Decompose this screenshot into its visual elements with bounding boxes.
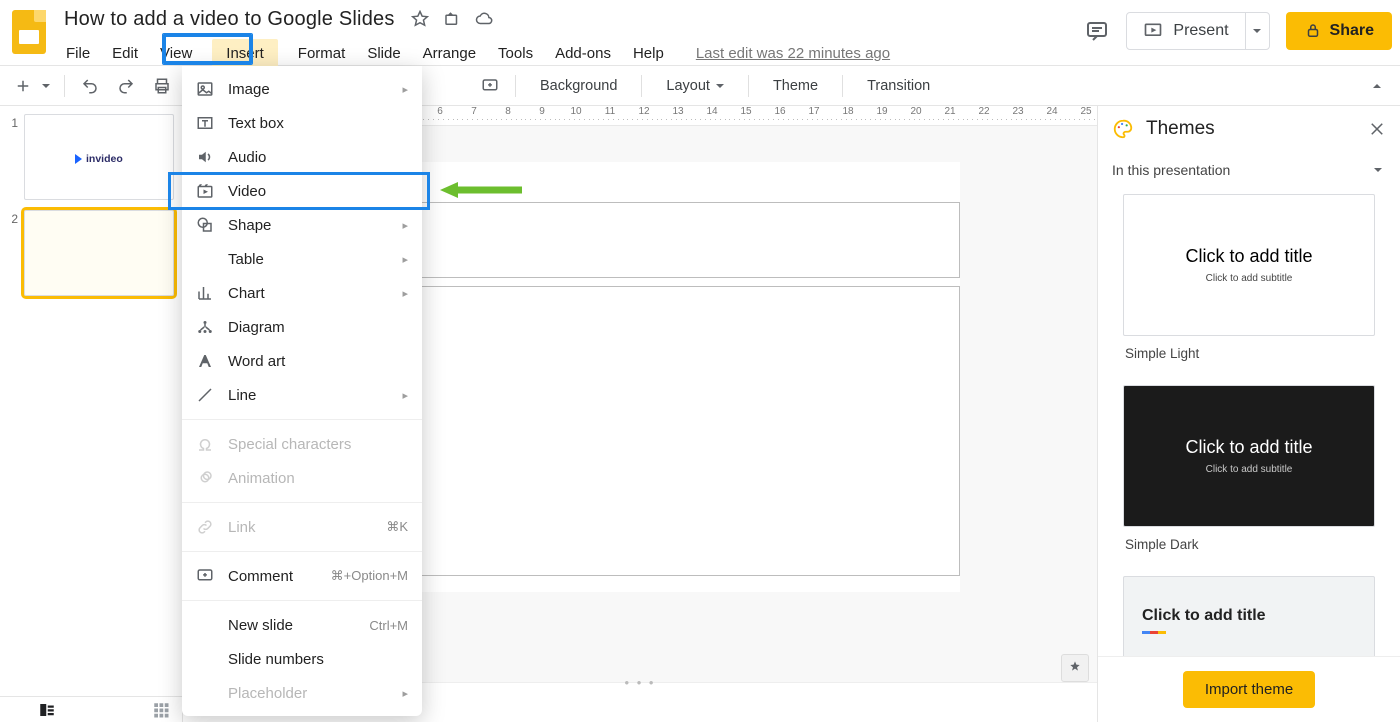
- thumb-1[interactable]: invideo: [24, 114, 174, 200]
- insert-audio[interactable]: Audio: [182, 140, 422, 174]
- new-slide-caret[interactable]: [38, 71, 54, 101]
- insert-menu-dropdown: Image▸ Text box Audio Video Shape▸ Table…: [182, 66, 422, 716]
- present-label: Present: [1173, 22, 1228, 40]
- redo-button[interactable]: [111, 71, 141, 101]
- menu-format[interactable]: Format: [296, 41, 348, 66]
- present-caret[interactable]: [1245, 13, 1269, 49]
- audio-icon: [196, 148, 214, 166]
- insert-new-slide[interactable]: New slide Ctrl+M: [182, 608, 422, 642]
- insert-chart[interactable]: Chart▸: [182, 276, 422, 310]
- menu-view[interactable]: View: [158, 41, 194, 66]
- video-icon: [196, 182, 214, 200]
- diagram-icon: [196, 318, 214, 336]
- menu-help[interactable]: Help: [631, 41, 666, 66]
- explore-button[interactable]: [1061, 654, 1089, 682]
- insert-wordart[interactable]: Word art: [182, 344, 422, 378]
- menu-insert[interactable]: Insert: [212, 39, 278, 68]
- menu-arrange[interactable]: Arrange: [421, 41, 478, 66]
- thumb-number: 1: [6, 114, 18, 200]
- line-icon: [196, 386, 214, 404]
- app-header: How to add a video to Google Slides File…: [0, 0, 1400, 66]
- animation-icon: [196, 469, 214, 487]
- close-themes-icon[interactable]: [1368, 120, 1386, 138]
- insert-animation: Animation: [182, 461, 422, 495]
- menu-tools[interactable]: Tools: [496, 41, 535, 66]
- themes-section-toggle[interactable]: In this presentation: [1098, 152, 1400, 190]
- insert-textbox[interactable]: Text box: [182, 106, 422, 140]
- print-button[interactable]: [147, 71, 177, 101]
- wordart-icon: [196, 352, 214, 370]
- insert-line[interactable]: Line▸: [182, 378, 422, 412]
- view-switch: [0, 696, 182, 722]
- transition-button[interactable]: Transition: [853, 71, 944, 101]
- insert-table[interactable]: Table▸: [182, 242, 422, 276]
- import-theme-button[interactable]: Import theme: [1183, 671, 1315, 708]
- theme-simple-light[interactable]: Click to add title Click to add subtitle…: [1123, 194, 1375, 377]
- thumb-2[interactable]: [24, 210, 174, 296]
- textbox-icon: [196, 114, 214, 132]
- menu-edit[interactable]: Edit: [110, 41, 140, 66]
- thumb-number: 2: [6, 210, 18, 296]
- comments-icon[interactable]: [1084, 18, 1110, 44]
- themes-panel: Themes In this presentation Click to add…: [1098, 106, 1400, 722]
- undo-button[interactable]: [75, 71, 105, 101]
- comment-icon: [196, 567, 214, 585]
- link-icon: [196, 518, 214, 536]
- insert-placeholder: Placeholder▸: [182, 676, 422, 710]
- menu-addons[interactable]: Add-ons: [553, 41, 613, 66]
- present-button[interactable]: Present: [1127, 13, 1244, 49]
- chevron-down-icon: [1370, 162, 1386, 178]
- insert-special-chars: Special characters: [182, 427, 422, 461]
- cloud-icon[interactable]: [475, 10, 493, 28]
- chart-icon: [196, 284, 214, 302]
- insert-shape[interactable]: Shape▸: [182, 208, 422, 242]
- image-icon: [196, 80, 214, 98]
- insert-comment[interactable]: Comment ⌘+Option+M: [182, 559, 422, 593]
- grid-view-icon[interactable]: [152, 701, 170, 719]
- background-button[interactable]: Background: [526, 71, 631, 101]
- arrow-annotation: [440, 182, 522, 198]
- insert-image[interactable]: Image▸: [182, 72, 422, 106]
- theme-simple-dark[interactable]: Click to add title Click to add subtitle…: [1123, 385, 1375, 568]
- table-icon: [196, 250, 214, 268]
- layout-button[interactable]: Layout: [652, 71, 738, 101]
- doc-title[interactable]: How to add a video to Google Slides: [64, 8, 395, 31]
- insert-video[interactable]: Video: [182, 174, 422, 208]
- new-slide-button[interactable]: [8, 71, 38, 101]
- menu-slide[interactable]: Slide: [365, 41, 402, 66]
- insert-link: Link ⌘K: [182, 510, 422, 544]
- share-label: Share: [1330, 22, 1374, 40]
- shape-icon: [196, 216, 214, 234]
- insert-diagram[interactable]: Diagram: [182, 310, 422, 344]
- add-comment-icon[interactable]: [475, 71, 505, 101]
- palette-icon: [1112, 118, 1134, 140]
- edit-history[interactable]: Last edit was 22 minutes ago: [694, 41, 892, 66]
- collapse-toolbar-icon[interactable]: [1362, 71, 1392, 101]
- theme-button[interactable]: Theme: [759, 71, 832, 101]
- omega-icon: [196, 435, 214, 453]
- invideo-logo: invideo: [75, 153, 123, 165]
- menu-file[interactable]: File: [64, 41, 92, 66]
- slides-logo: [12, 10, 52, 62]
- present-group: Present: [1126, 12, 1269, 50]
- slide-thumbnails: 1 invideo 2: [0, 106, 182, 722]
- star-icon[interactable]: [411, 10, 429, 28]
- menu-bar: File Edit View Insert Format Slide Arran…: [64, 38, 1084, 68]
- themes-title: Themes: [1146, 118, 1356, 140]
- share-button[interactable]: Share: [1286, 12, 1392, 50]
- move-icon[interactable]: [443, 10, 461, 28]
- insert-slide-numbers[interactable]: Slide numbers: [182, 642, 422, 676]
- filmstrip-view-icon[interactable]: [38, 701, 56, 719]
- theme-streamline[interactable]: Click to add title Click to add subtitle: [1123, 576, 1375, 656]
